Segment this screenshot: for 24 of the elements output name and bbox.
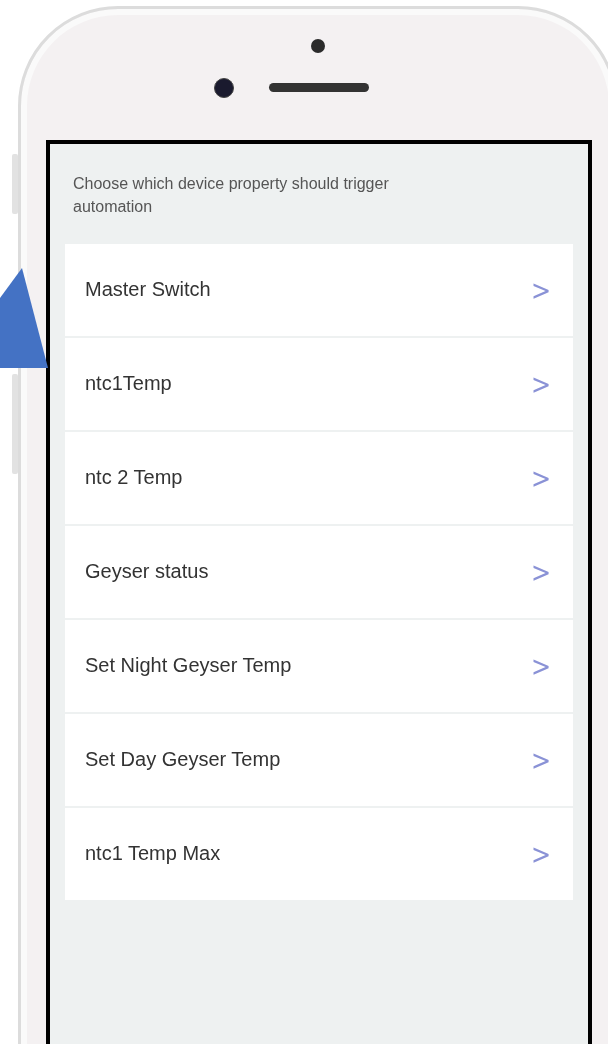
chevron-icon: >: [530, 743, 551, 777]
property-label: Set Day Geyser Temp: [85, 748, 281, 772]
camera-icon: [214, 78, 234, 98]
property-row[interactable]: Set Night Geyser Temp >: [65, 619, 573, 712]
property-row[interactable]: ntc1 Temp Max >: [65, 807, 573, 900]
sensor-dot-icon: [311, 39, 325, 53]
chevron-icon: >: [530, 837, 551, 871]
chevron-icon: >: [530, 461, 551, 495]
property-label: ntc1Temp: [85, 372, 172, 396]
property-row[interactable]: Set Day Geyser Temp >: [65, 713, 573, 806]
property-label: Master Switch: [85, 278, 211, 302]
chevron-icon: >: [530, 273, 551, 307]
chevron-icon: >: [530, 555, 551, 589]
property-row[interactable]: Geyser status >: [65, 525, 573, 618]
property-label: ntc 2 Temp: [85, 466, 183, 490]
property-label: Set Night Geyser Temp: [85, 654, 292, 678]
property-label: ntc1 Temp Max: [85, 842, 221, 866]
property-row[interactable]: Master Switch >: [65, 243, 573, 336]
property-row[interactable]: ntc1Temp >: [65, 337, 573, 430]
chevron-icon: >: [530, 649, 551, 683]
property-row[interactable]: ntc 2 Temp >: [65, 431, 573, 524]
chevron-icon: >: [530, 367, 551, 401]
instruction-text: Choose which device property should trigger automation: [73, 173, 390, 217]
property-label: Geyser status: [85, 560, 209, 584]
